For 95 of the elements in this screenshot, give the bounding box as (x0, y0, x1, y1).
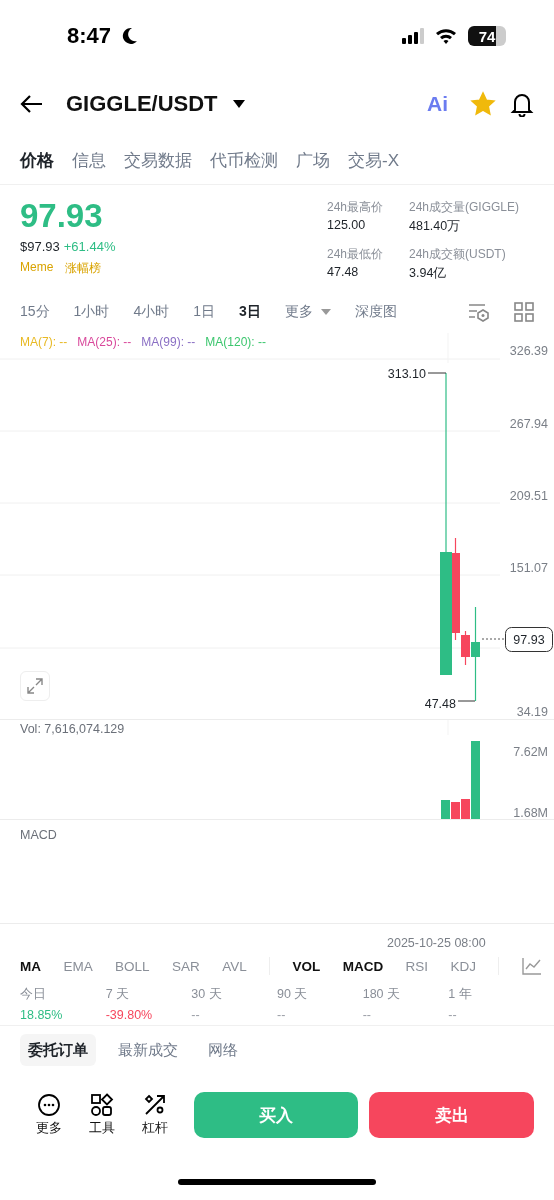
stat-value: 481.40万 (409, 218, 462, 235)
pair-title[interactable]: GIGGLE/USDT (66, 91, 218, 117)
interval-tab[interactable]: 1日 (193, 303, 215, 321)
star-icon[interactable] (470, 91, 496, 117)
volume-axis-label: 7.62M (513, 745, 548, 759)
order-tab[interactable]: 网络 (200, 1034, 246, 1066)
volume-bar (441, 800, 450, 819)
order-tab[interactable]: 最新成交 (110, 1034, 186, 1066)
indicator-tab[interactable]: KDJ (450, 958, 477, 974)
period-change: -- (191, 1008, 201, 1022)
status-time: 8:47 (67, 23, 112, 49)
price-axis-label: 326.39 (509, 344, 548, 358)
volume-axis-label: 1.68M (513, 806, 548, 820)
time-axis-label: 2025-10-25 08:00 (387, 936, 486, 950)
period-label: 30 天 (191, 986, 223, 1003)
period-change: -- (277, 1008, 287, 1022)
indicator-tab[interactable]: MA (20, 958, 41, 974)
high-price-label: 313.10 (387, 367, 426, 381)
percent-arrow-icon (143, 1093, 168, 1117)
chart-settings-icon[interactable] (468, 302, 490, 322)
period-label: 1 年 (448, 986, 473, 1003)
tab[interactable]: 广场 (296, 136, 330, 176)
tag-link[interactable]: Meme (20, 260, 54, 277)
stat-label: 24h成交量(GIGGLE) (409, 199, 521, 216)
indicator-tab[interactable]: AVL (222, 958, 247, 974)
period-label: 90 天 (277, 986, 309, 1003)
period-change: -- (362, 1008, 372, 1022)
indicator-tab[interactable]: VOL (292, 958, 321, 974)
volume-label: Vol: 7,616,074.129 (20, 722, 125, 736)
interval-tab[interactable]: 1小时 (73, 303, 110, 321)
chart-line-icon[interactable] (521, 957, 542, 975)
stat-value: 125.00 (327, 218, 367, 232)
period-label: 今日 (20, 986, 47, 1003)
indicator-tab[interactable]: BOLL (115, 958, 150, 974)
macd-label: MACD (20, 828, 57, 842)
shapes-icon (89, 1093, 114, 1117)
interval-tab[interactable]: 15分 (20, 303, 50, 321)
battery-icon: 74 (468, 26, 506, 46)
period-change: -- (448, 1008, 458, 1022)
more-dropdown[interactable]: 更多 (284, 303, 331, 321)
usd-price: $97.93 (20, 239, 60, 254)
action-button[interactable]: 工具 (75, 1093, 129, 1137)
tab[interactable]: 价格 (20, 136, 54, 176)
price-axis-label: 267.94 (509, 417, 548, 431)
buy-button[interactable]: 买入 (193, 1092, 359, 1138)
stat-label: 24h成交额(USDT) (409, 246, 507, 263)
indicator-tab[interactable]: RSI (405, 958, 429, 974)
low-price-label: 47.48 (424, 697, 456, 711)
period-label: 7 天 (105, 986, 131, 1003)
more-icon (36, 1093, 61, 1117)
caret-icon (320, 309, 331, 315)
price-axis-label: 34.19 (516, 705, 548, 719)
grid-icon[interactable] (514, 302, 534, 322)
expand-icon (26, 677, 44, 695)
ma-legend: MA(99): -- (141, 335, 196, 349)
ma-legend: MA(25): -- (77, 335, 132, 349)
interval-tab[interactable]: 4小时 (133, 303, 170, 321)
price-axis-label: 209.51 (509, 489, 548, 503)
order-tab[interactable]: 委托订单 (20, 1034, 96, 1066)
tab[interactable]: 信息 (72, 136, 106, 176)
expand-button[interactable] (20, 671, 50, 701)
bell-icon[interactable] (510, 91, 534, 117)
tab[interactable]: 交易-X (348, 136, 399, 176)
volume-bar (451, 802, 460, 819)
ai-button[interactable]: Ai (427, 92, 448, 116)
action-button[interactable]: 杠杆 (128, 1093, 182, 1137)
stat-label: 24h最低价 (327, 246, 385, 263)
price-axis-label: 151.07 (509, 561, 548, 575)
last-price-tag: 97.93 (505, 627, 553, 652)
indicator-tab[interactable]: EMA (63, 958, 93, 974)
sell-button[interactable]: 卖出 (369, 1092, 534, 1138)
tab[interactable]: 交易数据 (124, 136, 192, 176)
price-change: +61.44% (63, 239, 116, 254)
ma-legend: MA(120): -- (205, 335, 266, 349)
leader-line (457, 700, 476, 702)
ma-legend: MA(7): -- (20, 335, 68, 349)
tab[interactable]: 代币检测 (210, 136, 278, 176)
stat-label: 24h最高价 (327, 199, 385, 216)
stat-value: 47.48 (327, 265, 360, 279)
action-button[interactable]: 更多 (22, 1093, 76, 1137)
tag-link[interactable]: 涨幅榜 (65, 260, 102, 277)
caret-icon[interactable] (231, 99, 246, 109)
period-change: -39.80% (105, 1008, 154, 1022)
interval-tab[interactable]: 深度图 (354, 303, 397, 321)
last-price: 97.93 (20, 197, 104, 235)
period-label: 180 天 (362, 986, 402, 1003)
indicator-tab[interactable]: MACD (342, 958, 384, 974)
interval-tab[interactable]: 3日 (238, 303, 261, 321)
period-change: 18.85% (20, 1008, 64, 1022)
indicator-tab[interactable]: SAR (172, 958, 200, 974)
wifi-icon (434, 27, 458, 45)
leader-line (427, 372, 447, 374)
price-line (481, 638, 506, 640)
back-icon[interactable] (20, 94, 44, 114)
stat-value: 3.94亿 (409, 265, 448, 282)
